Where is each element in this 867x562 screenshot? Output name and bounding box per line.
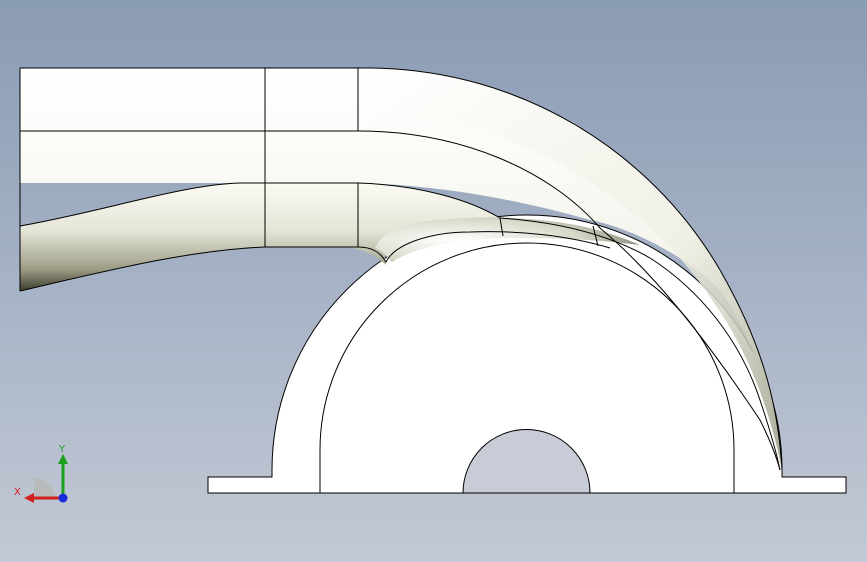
orientation-triad[interactable]: Y X <box>10 440 80 510</box>
y-axis-label: Y <box>58 444 66 455</box>
cad-model-view[interactable] <box>0 0 867 562</box>
x-axis-label: X <box>14 487 21 498</box>
y-axis-arrowhead <box>58 454 68 464</box>
x-axis-arrowhead <box>24 493 34 503</box>
z-axis-dot <box>58 493 68 503</box>
3d-viewport[interactable]: Y X <box>0 0 867 562</box>
